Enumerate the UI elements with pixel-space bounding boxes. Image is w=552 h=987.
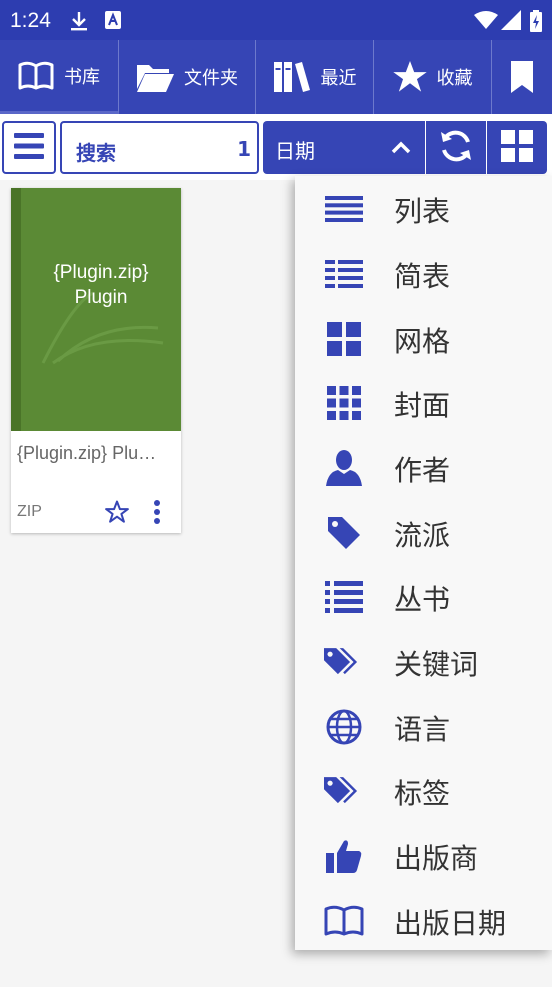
view-mode-menu: 列表 简表 网格 封面 作者 流派 丛书 关键词 语言 标签 出版商 出版日期	[295, 176, 552, 950]
star-icon	[392, 61, 427, 93]
hamburger-icon	[14, 132, 44, 163]
menu-button[interactable]	[2, 121, 56, 174]
chevron-up-icon	[391, 139, 411, 158]
grid-icon	[501, 129, 533, 166]
menu-item-label: 丛书	[394, 583, 451, 616]
cover-spine	[11, 188, 21, 431]
menu-item-label: 流派	[394, 519, 451, 552]
person-icon	[324, 450, 364, 486]
menu-item-series[interactable]: 丛书	[295, 564, 552, 628]
sort-dropdown[interactable]: 日期	[263, 121, 425, 174]
menu-item-list[interactable]: 列表	[295, 176, 552, 240]
bulleted-list-icon	[324, 580, 364, 614]
favorite-star-icon[interactable]	[105, 500, 129, 527]
menu-item-publish-date[interactable]: 出版日期	[295, 888, 552, 952]
menu-item-label: 作者	[394, 454, 451, 487]
globe-icon	[324, 709, 364, 745]
status-time: 1:24	[10, 9, 51, 32]
search-field[interactable]: 搜索 1	[60, 121, 259, 174]
compact-list-icon	[324, 257, 364, 291]
tab-library[interactable]: 书库	[0, 40, 119, 114]
menu-item-label: 语言	[394, 713, 451, 746]
bookmark-icon	[510, 61, 534, 93]
book-card[interactable]: {Plugin.zip} Plugin {Plugin.zip} Plu… ZI…	[11, 188, 181, 533]
search-label: 搜索	[76, 141, 116, 165]
wifi-icon	[474, 11, 498, 33]
thumbs-up-icon	[324, 839, 364, 873]
book-title: {Plugin.zip} Plu…	[17, 443, 157, 463]
books-icon	[273, 60, 311, 94]
book-cover: {Plugin.zip} Plugin	[11, 188, 181, 431]
cover-grid-icon	[324, 386, 364, 420]
menu-item-label: 列表	[394, 195, 451, 228]
menu-item-keywords[interactable]: 关键词	[295, 629, 552, 693]
battery-icon	[530, 10, 542, 36]
menu-item-label: 封面	[394, 389, 451, 422]
view-mode-button[interactable]	[487, 121, 547, 174]
menu-item-genre[interactable]: 流派	[295, 500, 552, 564]
signal-icon	[501, 10, 521, 34]
menu-item-label: 标签	[394, 777, 451, 810]
cover-title-line: {Plugin.zip}	[53, 262, 149, 283]
menu-item-publisher[interactable]: 出版商	[295, 823, 552, 887]
cover-title: {Plugin.zip} Plugin	[21, 260, 181, 310]
menu-item-label: 出版日期	[394, 907, 507, 940]
menu-item-grid[interactable]: 网格	[295, 306, 552, 370]
cover-title-line: Plugin	[74, 287, 128, 308]
menu-item-tags[interactable]: 标签	[295, 758, 552, 822]
tags-icon	[324, 774, 364, 808]
more-options-icon[interactable]	[152, 499, 162, 529]
list-icon	[324, 192, 364, 226]
status-bar: 1:24	[0, 0, 552, 40]
tab-bookmarks[interactable]	[492, 40, 552, 114]
result-count: 1	[237, 137, 251, 161]
menu-item-compact-list[interactable]: 简表	[295, 241, 552, 305]
open-book-icon	[18, 61, 54, 91]
menu-item-author[interactable]: 作者	[295, 435, 552, 499]
sort-label: 日期	[275, 139, 315, 163]
tab-recent[interactable]: 最近	[256, 40, 374, 114]
download-icon	[70, 10, 88, 36]
menu-item-label: 出版商	[394, 842, 479, 875]
toolbar: 搜索 1 日期	[0, 114, 552, 180]
menu-item-label: 简表	[394, 260, 451, 293]
tab-favorites[interactable]: 收藏	[374, 40, 492, 114]
menu-item-cover[interactable]: 封面	[295, 370, 552, 434]
refresh-button[interactable]	[426, 121, 486, 174]
tab-label: 最近	[320, 68, 357, 89]
app-notification-icon	[104, 10, 122, 34]
book-format: ZIP	[17, 503, 42, 520]
menu-item-label: 关键词	[394, 648, 479, 681]
tag-icon	[324, 516, 364, 550]
tab-label: 文件夹	[184, 68, 238, 89]
menu-item-language[interactable]: 语言	[295, 694, 552, 758]
grid-icon	[324, 322, 364, 356]
menu-item-label: 网格	[394, 325, 451, 358]
tab-folders[interactable]: 文件夹	[119, 40, 256, 114]
refresh-icon	[438, 128, 474, 168]
tab-label: 收藏	[436, 68, 473, 89]
main-tabs: 书库 文件夹 最近 收藏	[0, 40, 552, 114]
open-book-icon	[324, 904, 364, 938]
tab-label: 书库	[64, 66, 100, 88]
folder-icon	[136, 61, 174, 93]
tags-icon	[324, 645, 364, 679]
